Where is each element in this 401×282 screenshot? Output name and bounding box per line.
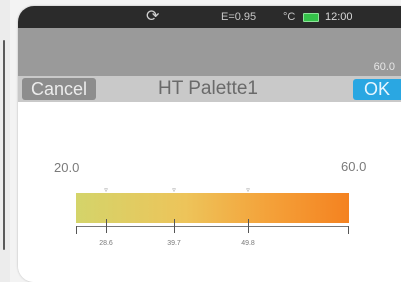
palette-axis xyxy=(76,226,349,227)
cancel-button[interactable]: Cancel xyxy=(22,78,96,100)
palette-max-value: 60.0 xyxy=(341,159,367,174)
palette-editor: 20.0 60.0 ▿ ▿ ▿ 28.6 39.7 49.8 xyxy=(18,102,401,282)
emissivity-readout: E=0.95 xyxy=(221,11,257,23)
axis-tick-1[interactable] xyxy=(106,219,107,233)
tick-label-1: 28.6 xyxy=(99,240,113,247)
battery-icon xyxy=(303,13,319,22)
left-edge-panel xyxy=(0,0,10,282)
edge-divider xyxy=(3,40,5,250)
axis-tick-2[interactable] xyxy=(174,219,175,233)
axis-tick-end xyxy=(348,226,349,234)
ok-button[interactable]: OK xyxy=(353,79,401,100)
preview-max-value: 60.0 xyxy=(373,61,395,73)
status-bar: ⟳ E=0.95 °C 12:00 xyxy=(18,6,401,28)
tick-label-3: 49.8 xyxy=(241,240,255,247)
axis-tick-3[interactable] xyxy=(248,219,249,233)
palette-header: Cancel HT Palette1 OK xyxy=(18,76,401,102)
clock: 12:00 xyxy=(325,11,353,23)
device-screen: ⟳ E=0.95 °C 12:00 60.0 Cancel HT Palette… xyxy=(18,6,401,282)
tick-label-2: 39.7 xyxy=(167,240,181,247)
palette-gradient-bar xyxy=(76,193,349,223)
preview-band: 60.0 xyxy=(18,28,401,76)
axis-tick-start xyxy=(76,226,77,234)
palette-min-value: 20.0 xyxy=(54,160,80,175)
rotate-icon[interactable]: ⟳ xyxy=(146,6,159,26)
page-title: HT Palette1 xyxy=(158,78,258,99)
temperature-unit: °C xyxy=(283,11,296,23)
